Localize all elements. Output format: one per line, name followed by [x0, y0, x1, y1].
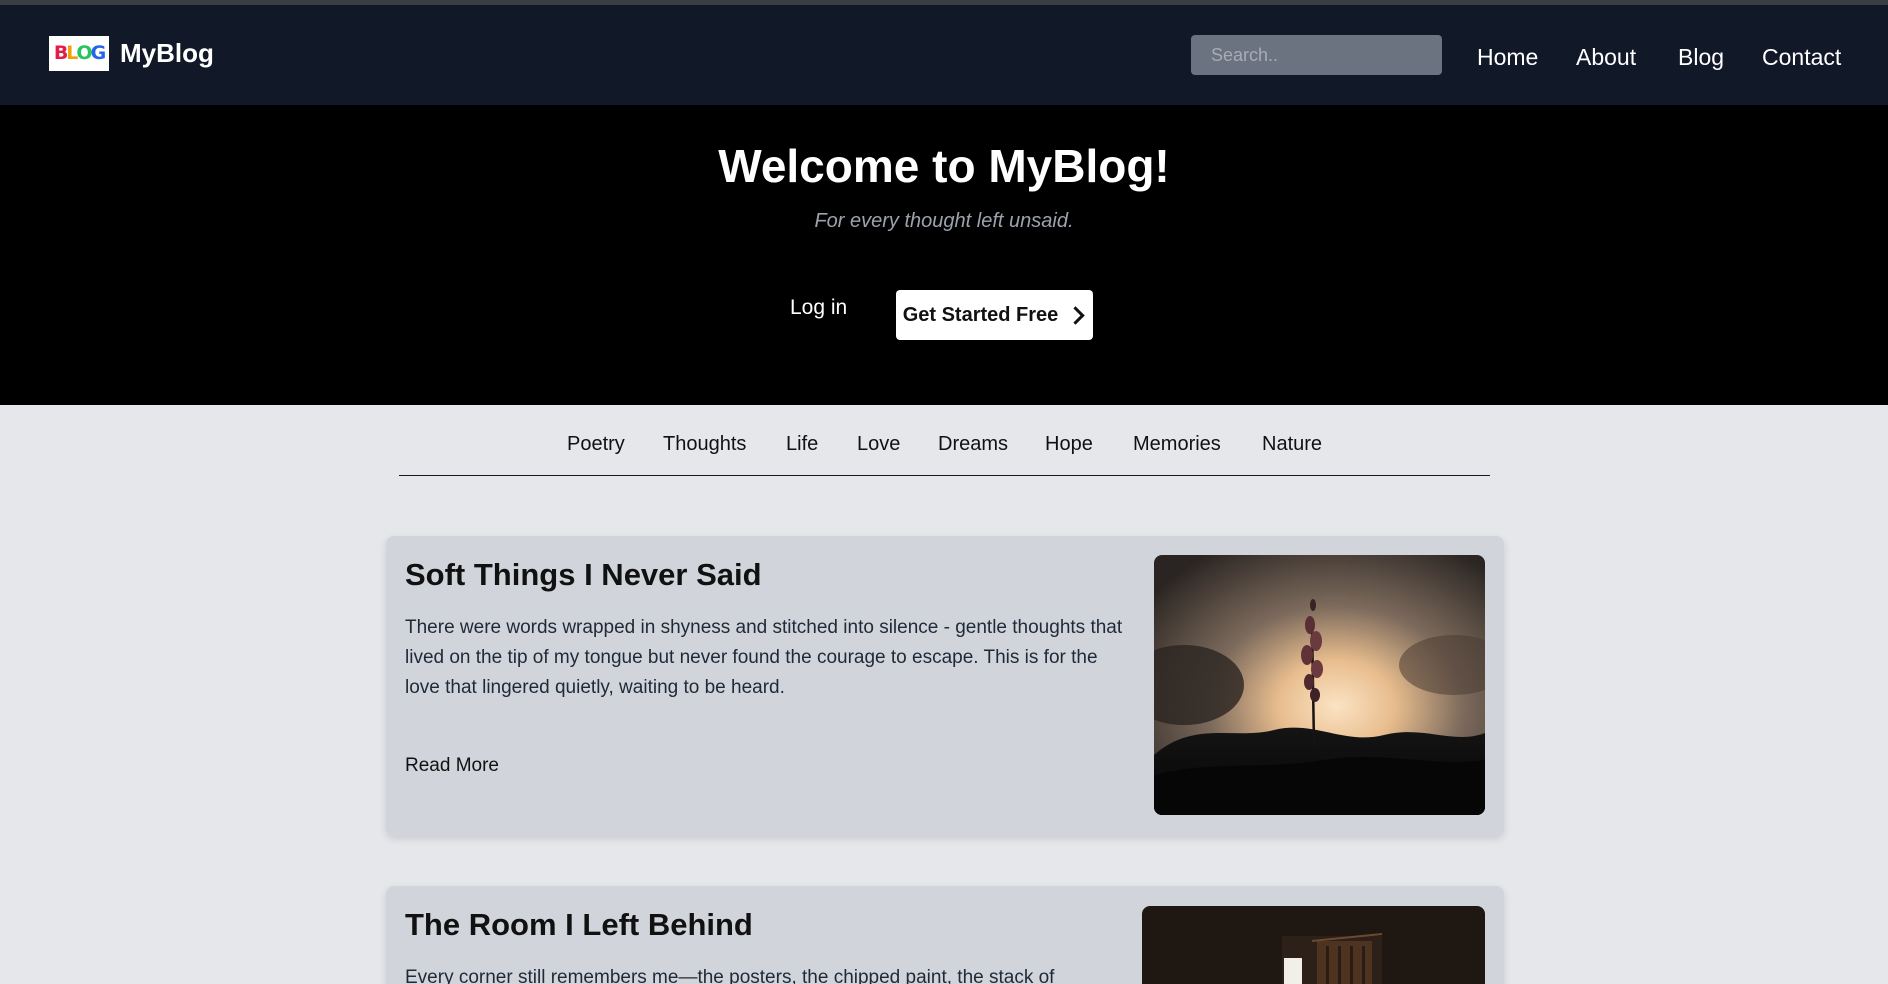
category-dreams[interactable]: Dreams — [938, 432, 1008, 456]
search-input[interactable] — [1191, 35, 1442, 75]
post-card: The Room I Left Behind Every corner stil… — [386, 886, 1504, 984]
post-excerpt: Every corner still remembers me—the post… — [405, 967, 1055, 984]
get-started-button[interactable]: Get Started Free — [896, 290, 1093, 340]
category-love[interactable]: Love — [857, 432, 900, 456]
post-image-room[interactable] — [1142, 906, 1485, 984]
category-hope[interactable]: Hope — [1045, 432, 1093, 456]
page: BLOG MyBlog Home About Blog Contact Welc… — [0, 0, 1888, 984]
category-thoughts[interactable]: Thoughts — [663, 432, 746, 456]
post-title[interactable]: Soft Things I Never Said — [405, 556, 762, 594]
nav-link-about[interactable]: About — [1576, 43, 1636, 71]
navbar: BLOG MyBlog Home About Blog Contact — [0, 5, 1888, 105]
hero-subtitle: For every thought left unsaid. — [814, 210, 1074, 232]
category-life[interactable]: Life — [786, 432, 818, 456]
category-poetry[interactable]: Poetry — [567, 432, 625, 456]
brand[interactable]: BLOG MyBlog — [49, 35, 214, 71]
nav-link-home[interactable]: Home — [1477, 43, 1538, 71]
login-button[interactable]: Log in — [790, 291, 847, 325]
post-image-flower-silhouette[interactable] — [1154, 555, 1485, 815]
blog-logo: BLOG — [49, 35, 109, 71]
get-started-label: Get Started Free — [902, 303, 1059, 326]
brand-name: MyBlog — [120, 38, 214, 68]
nav-link-contact[interactable]: Contact — [1762, 43, 1841, 71]
category-nav: Poetry Thoughts Life Love Dreams Hope Me… — [399, 405, 1490, 476]
chevron-right-icon — [1066, 305, 1085, 325]
post-card: Soft Things I Never Said There were word… — [386, 536, 1504, 836]
category-nature[interactable]: Nature — [1262, 432, 1322, 456]
post-title[interactable]: The Room I Left Behind — [405, 906, 753, 944]
read-more-link[interactable]: Read More — [405, 754, 499, 778]
category-memories[interactable]: Memories — [1133, 432, 1221, 456]
hero-section: Welcome to MyBlog! For every thought lef… — [0, 105, 1888, 405]
post-excerpt: There were words wrapped in shyness and … — [405, 617, 1123, 698]
hero-title: Welcome to MyBlog! — [718, 140, 1170, 192]
nav-link-blog[interactable]: Blog — [1678, 43, 1724, 71]
